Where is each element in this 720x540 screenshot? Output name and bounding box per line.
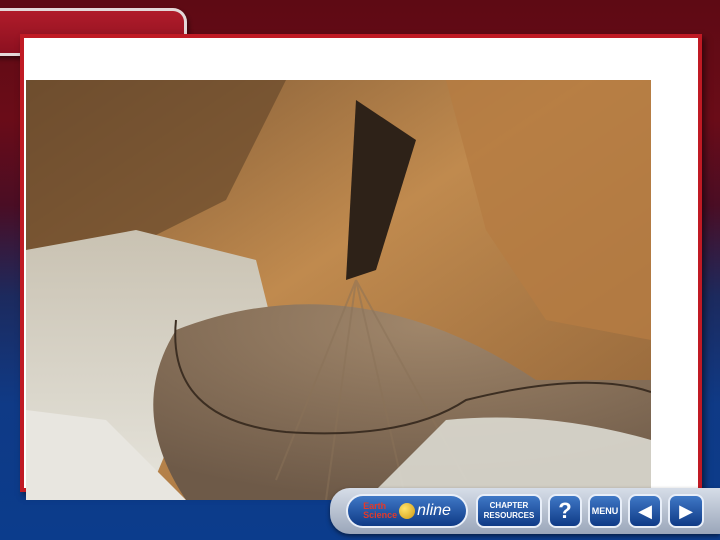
earth-science-online-button[interactable]: Earth Science nline [346,494,468,528]
logo-science-text: Science [363,510,398,520]
previous-slide-button[interactable]: ◀ [628,494,662,528]
menu-label: MENU [591,506,619,516]
alluvial-fan-photo [26,80,651,500]
chapter-resources-label-line2: RESOURCES [483,511,535,520]
arrow-left-icon: ◀ [638,501,652,521]
menu-button[interactable]: MENU [588,494,622,528]
photo-illustration [26,80,651,500]
help-button[interactable]: ? [548,494,582,528]
arrow-right-icon: ▶ [679,501,693,521]
logo-online-text: nline [417,502,451,519]
chapter-resources-button[interactable]: CHAPTER RESOURCES [476,494,542,528]
chapter-resources-label-line1: CHAPTER [489,501,529,510]
help-icon: ? [558,498,572,523]
globe-icon [399,503,416,519]
next-slide-button[interactable]: ▶ [668,494,704,528]
earth-science-logo-text: Earth Science [363,502,397,520]
